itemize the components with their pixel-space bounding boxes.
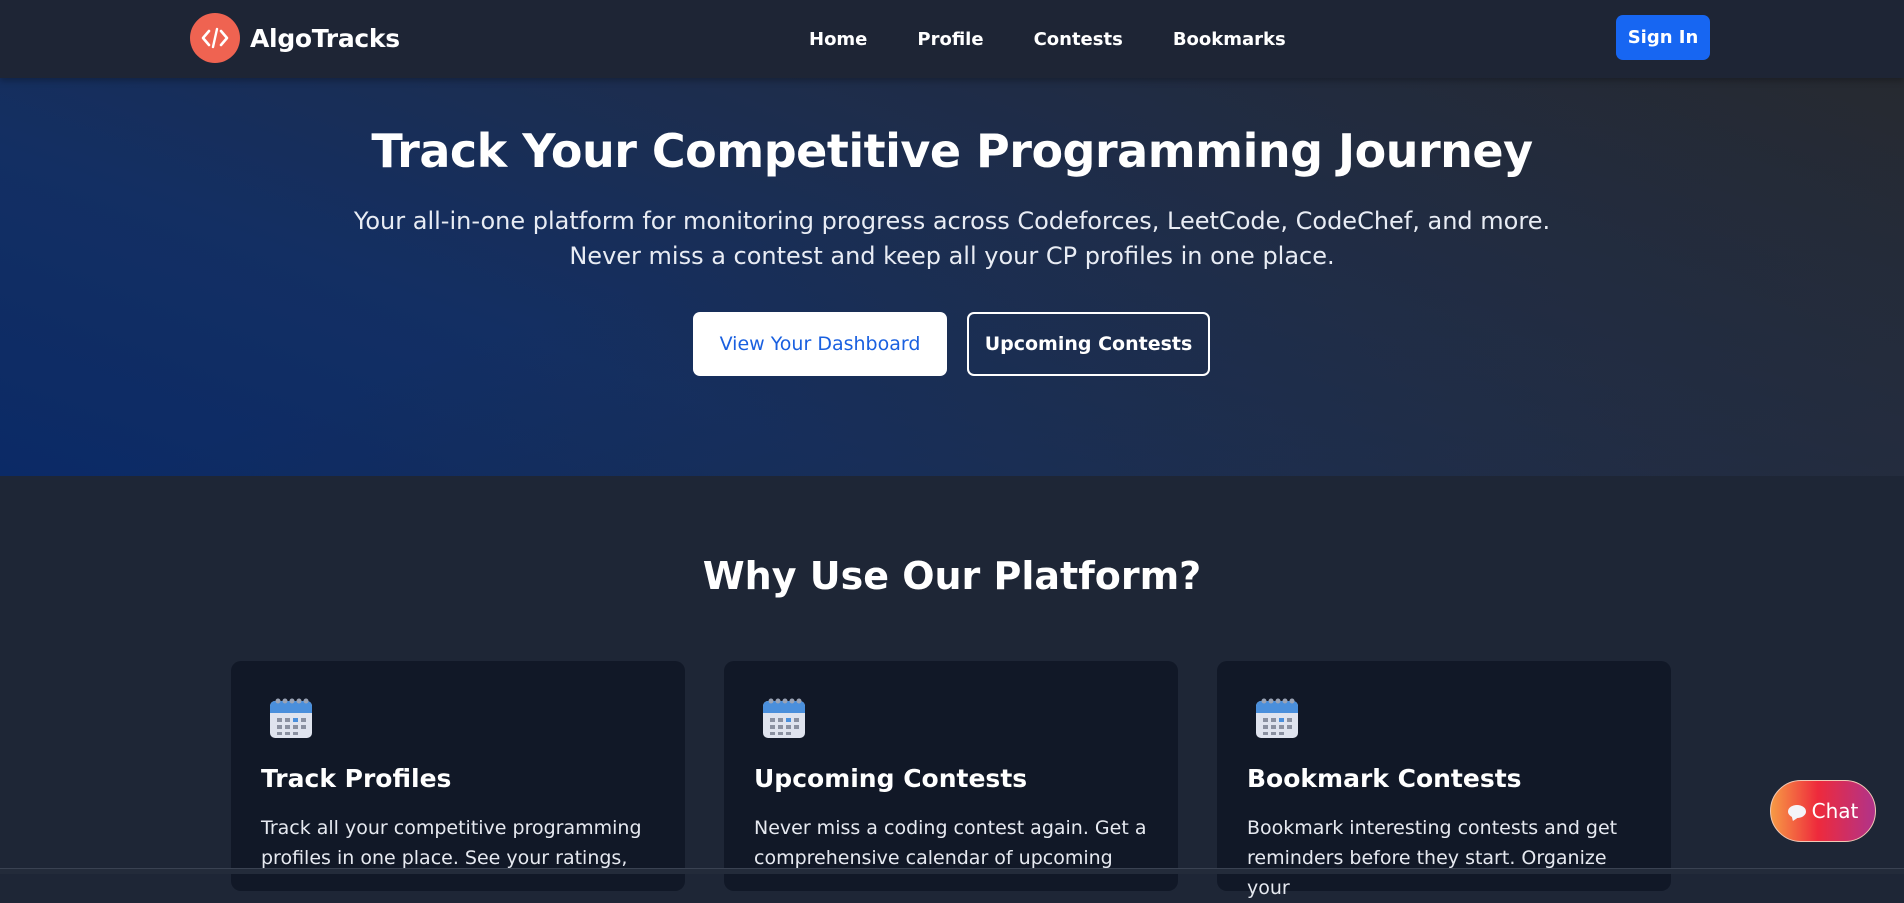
card-description: Never miss a coding contest again. Get a… (754, 817, 1147, 869)
speech-bubble-icon (1787, 804, 1806, 818)
card-title: Track Profiles (261, 764, 452, 793)
feature-card-bookmark-contests: Bookmark Contests Bookmark interesting c… (1217, 661, 1671, 899)
calendar-icon (1254, 694, 1300, 740)
hero-subtitle: Your all-in-one platform for monitoring … (352, 204, 1552, 274)
nav-contests[interactable]: Contests (1034, 29, 1123, 50)
hero-subtitle-line-1: Your all-in-one platform for monitoring … (353, 207, 1551, 235)
features-heading: Why Use Our Platform? (702, 554, 1202, 598)
nav-bookmarks[interactable]: Bookmarks (1173, 29, 1286, 50)
feature-card-track-profiles: Track Profiles Track all your competitiv… (231, 661, 685, 891)
sign-in-button[interactable]: Sign In (1616, 15, 1710, 60)
card-description: Track all your competitive programming p… (261, 817, 642, 869)
bottom-edge (0, 868, 1904, 874)
nav-profile[interactable]: Profile (917, 29, 983, 50)
card-title: Bookmark Contests (1247, 764, 1522, 793)
nav-home[interactable]: Home (809, 29, 867, 50)
brand-logo[interactable]: AlgoTracks (190, 12, 400, 64)
card-title: Upcoming Contests (754, 764, 1028, 793)
view-dashboard-button[interactable]: View Your Dashboard (693, 312, 947, 376)
feature-card-upcoming-contests: Upcoming Contests Never miss a coding co… (724, 661, 1178, 891)
hero-subtitle-line-2: Never miss a contest and keep all your C… (569, 242, 1335, 270)
upcoming-contests-button[interactable]: Upcoming Contests (967, 312, 1210, 376)
brand-name: AlgoTracks (250, 23, 400, 53)
calendar-icon (268, 694, 314, 740)
card-description: Bookmark interesting contests and get re… (1247, 817, 1618, 899)
code-brackets-icon (190, 13, 240, 63)
hero-title: Track Your Competitive Programming Journ… (371, 124, 1533, 178)
hero-section: Track Your Competitive Programming Journ… (0, 78, 1904, 476)
top-navbar: AlgoTracks Home Profile Contests Bookmar… (0, 0, 1904, 78)
chat-button[interactable]: Chat (1770, 780, 1876, 842)
chat-label: Chat (1811, 799, 1859, 823)
calendar-icon (761, 694, 807, 740)
main-nav: Home Profile Contests Bookmarks (809, 24, 1286, 54)
